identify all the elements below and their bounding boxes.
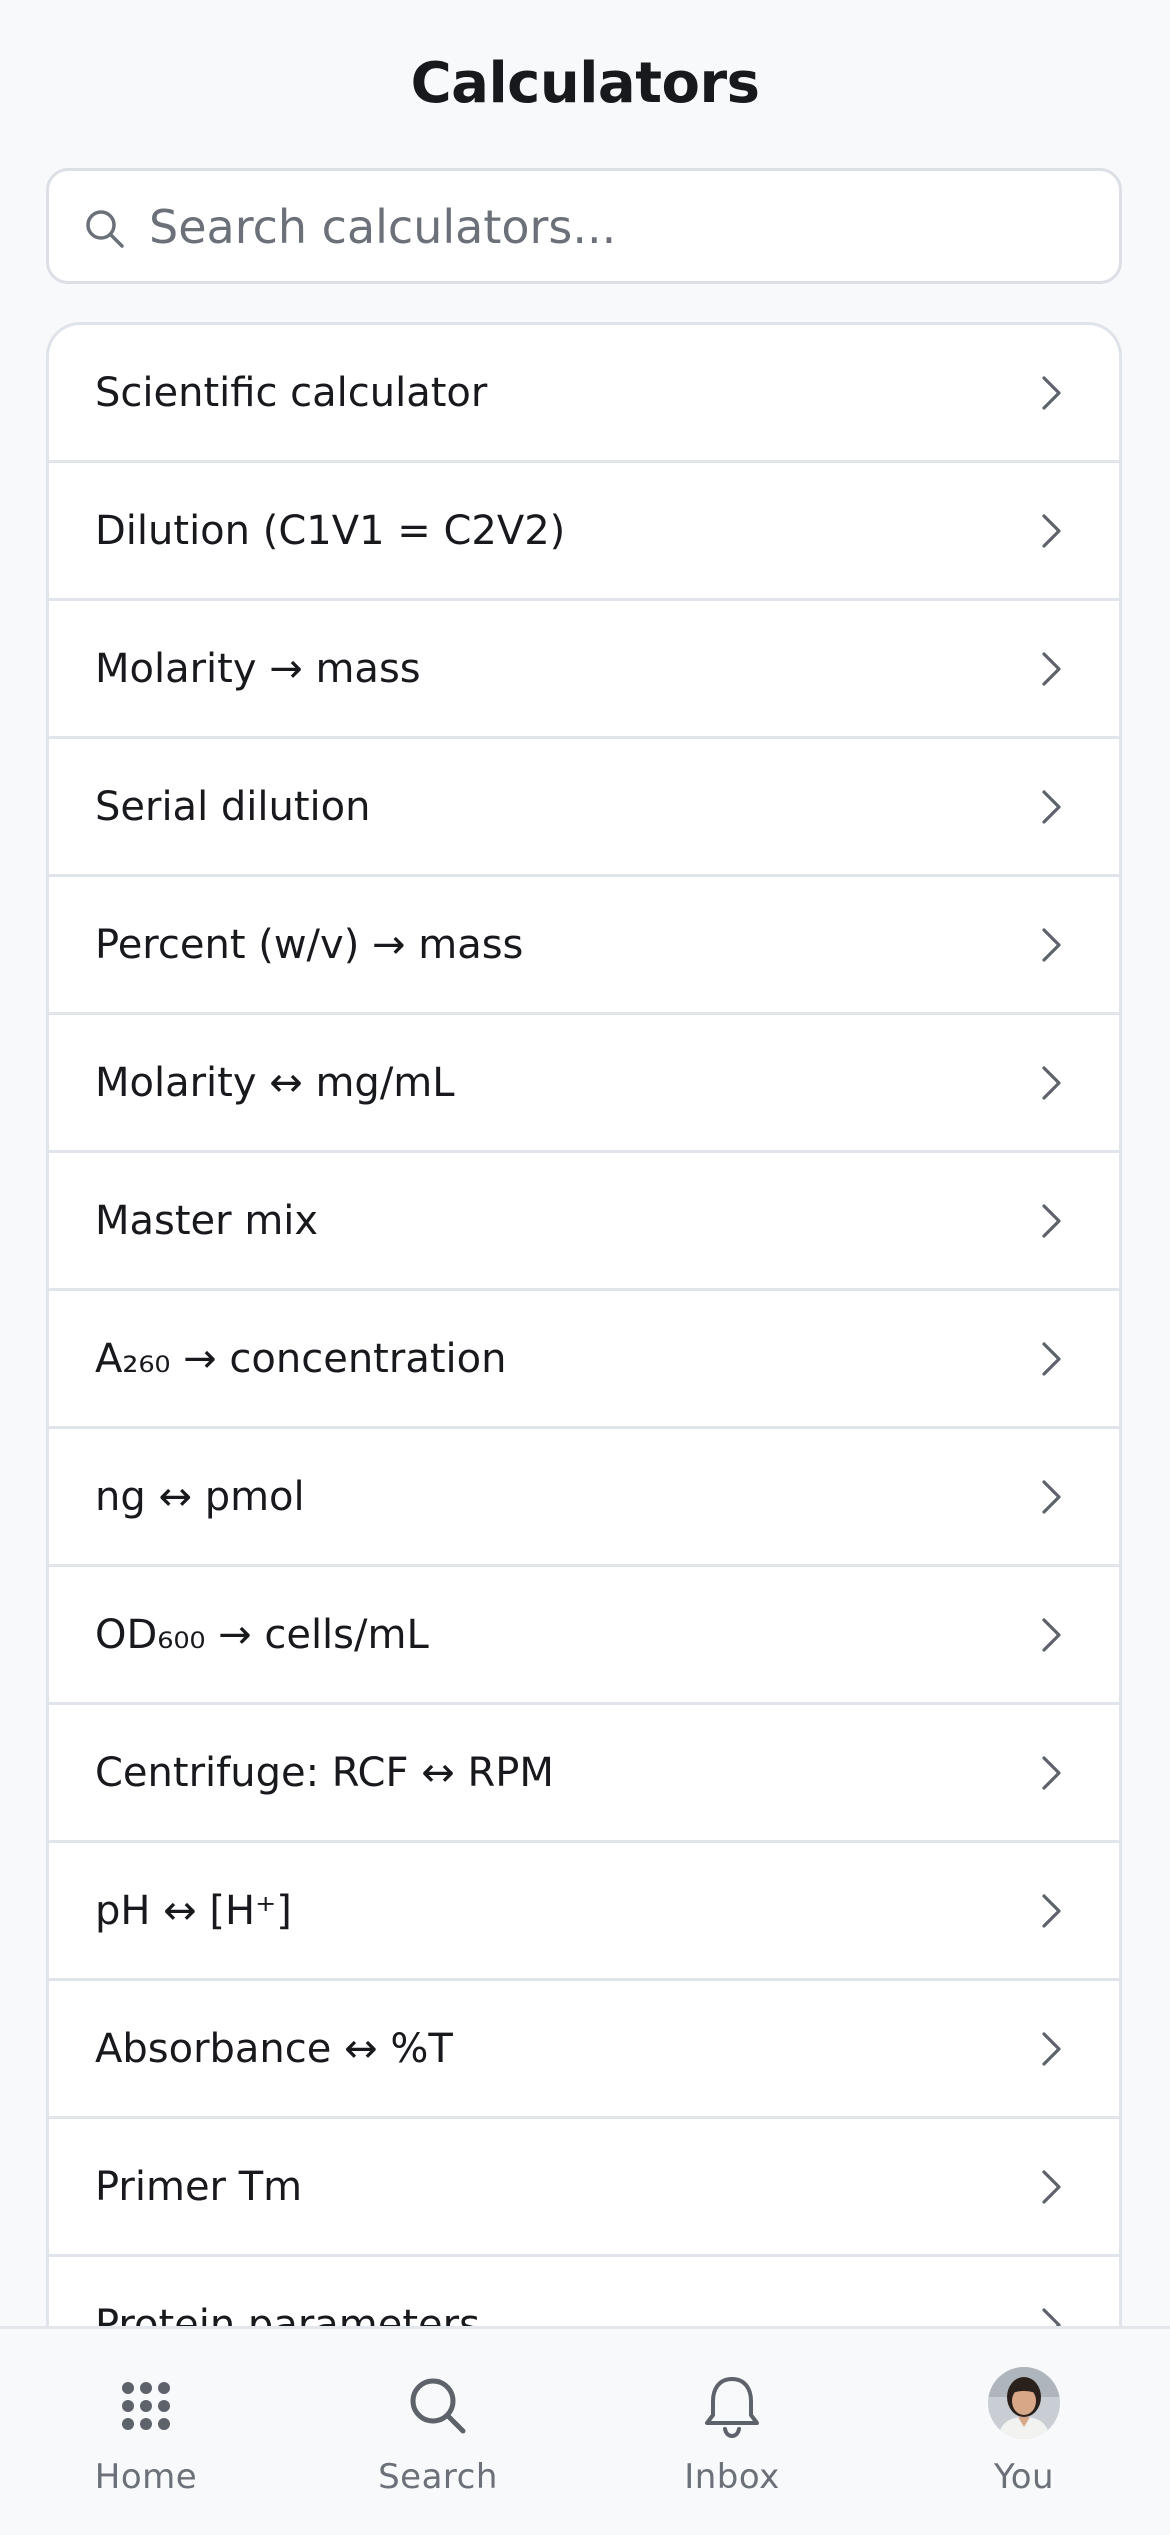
tab-bar: Home Search Inbox You [0, 2326, 1170, 2532]
search-icon [86, 210, 124, 248]
chevron-right-icon [1042, 1066, 1061, 1100]
tab-inbox[interactable]: Inbox [612, 2329, 852, 2535]
avatar [988, 2367, 1060, 2439]
bell-icon [705, 2377, 759, 2439]
chevron-right-icon [1042, 1894, 1061, 1928]
chevron-right-icon [1042, 514, 1061, 548]
chevron-right-icon [1042, 1618, 1061, 1652]
search-bar[interactable] [46, 168, 1122, 284]
list-item-absorbance[interactable]: Absorbance ↔ %T [49, 1981, 1119, 2119]
list-item-ph[interactable]: pH ↔ [H⁺] [49, 1843, 1119, 1981]
list-item-molarity-mgml[interactable]: Molarity ↔ mg/mL [49, 1015, 1119, 1153]
list-item-label: Molarity ↔ mg/mL [95, 1060, 455, 1106]
list-item-master-mix[interactable]: Master mix [49, 1153, 1119, 1291]
chevron-right-icon [1042, 928, 1061, 962]
list-item-label: Molarity → mass [95, 646, 421, 692]
list-item-label: Serial dilution [95, 784, 371, 830]
list-item-label: Absorbance ↔ %T [95, 2026, 453, 2072]
list-item-label: Dilution (C1V1 = C2V2) [95, 508, 566, 554]
chevron-right-icon [1042, 1342, 1061, 1376]
page-title: Calculators [410, 51, 760, 116]
search-icon [410, 2378, 466, 2434]
list-item-a260-concentration[interactable]: A₂₆₀ → concentration [49, 1291, 1119, 1429]
chevron-right-icon [1042, 376, 1061, 410]
list-item-label: Percent (w/v) → mass [95, 922, 524, 968]
list-item-label: Primer Tm [95, 2164, 303, 2210]
chevron-right-icon [1042, 1480, 1061, 1514]
list-item-serial-dilution[interactable]: Serial dilution [49, 739, 1119, 877]
list-item-label: A₂₆₀ → concentration [95, 1336, 507, 1382]
chevron-right-icon [1042, 1756, 1061, 1790]
tab-home[interactable]: Home [26, 2329, 266, 2535]
calculator-list: Scientific calculator Dilution (C1V1 = C… [46, 322, 1122, 2352]
list-item-primer-tm[interactable]: Primer Tm [49, 2119, 1119, 2257]
list-item-percent-mass[interactable]: Percent (w/v) → mass [49, 877, 1119, 1015]
chevron-right-icon [1042, 790, 1061, 824]
chevron-right-icon [1042, 652, 1061, 686]
list-item-label: OD₆₀₀ → cells/mL [95, 1612, 429, 1658]
chevron-right-icon [1042, 2170, 1061, 2204]
list-item-ng-pmol[interactable]: ng ↔ pmol [49, 1429, 1119, 1567]
grid-icon [122, 2382, 170, 2430]
list-item-scientific-calculator[interactable]: Scientific calculator [49, 325, 1119, 463]
chevron-right-icon [1042, 2032, 1061, 2066]
list-item-label: Scientific calculator [95, 370, 488, 416]
list-item-label: Centrifuge: RCF ↔ RPM [95, 1750, 554, 1796]
list-item-label: pH ↔ [H⁺] [95, 1888, 292, 1934]
list-item-dilution[interactable]: Dilution (C1V1 = C2V2) [49, 463, 1119, 601]
chevron-right-icon [1042, 1204, 1061, 1238]
list-item-molarity-mass[interactable]: Molarity → mass [49, 601, 1119, 739]
tab-label: Inbox [684, 2457, 780, 2497]
list-item-centrifuge[interactable]: Centrifuge: RCF ↔ RPM [49, 1705, 1119, 1843]
tab-label: You [993, 2457, 1055, 2497]
tab-label: Search [378, 2457, 498, 2497]
search-input[interactable] [149, 191, 1089, 263]
list-item-od600-cells[interactable]: OD₆₀₀ → cells/mL [49, 1567, 1119, 1705]
list-item-label: Master mix [95, 1198, 319, 1244]
tab-you[interactable]: You [904, 2329, 1144, 2535]
list-item-label: ng ↔ pmol [95, 1474, 305, 1520]
tab-label: Home [94, 2457, 198, 2497]
tab-search[interactable]: Search [318, 2329, 558, 2535]
